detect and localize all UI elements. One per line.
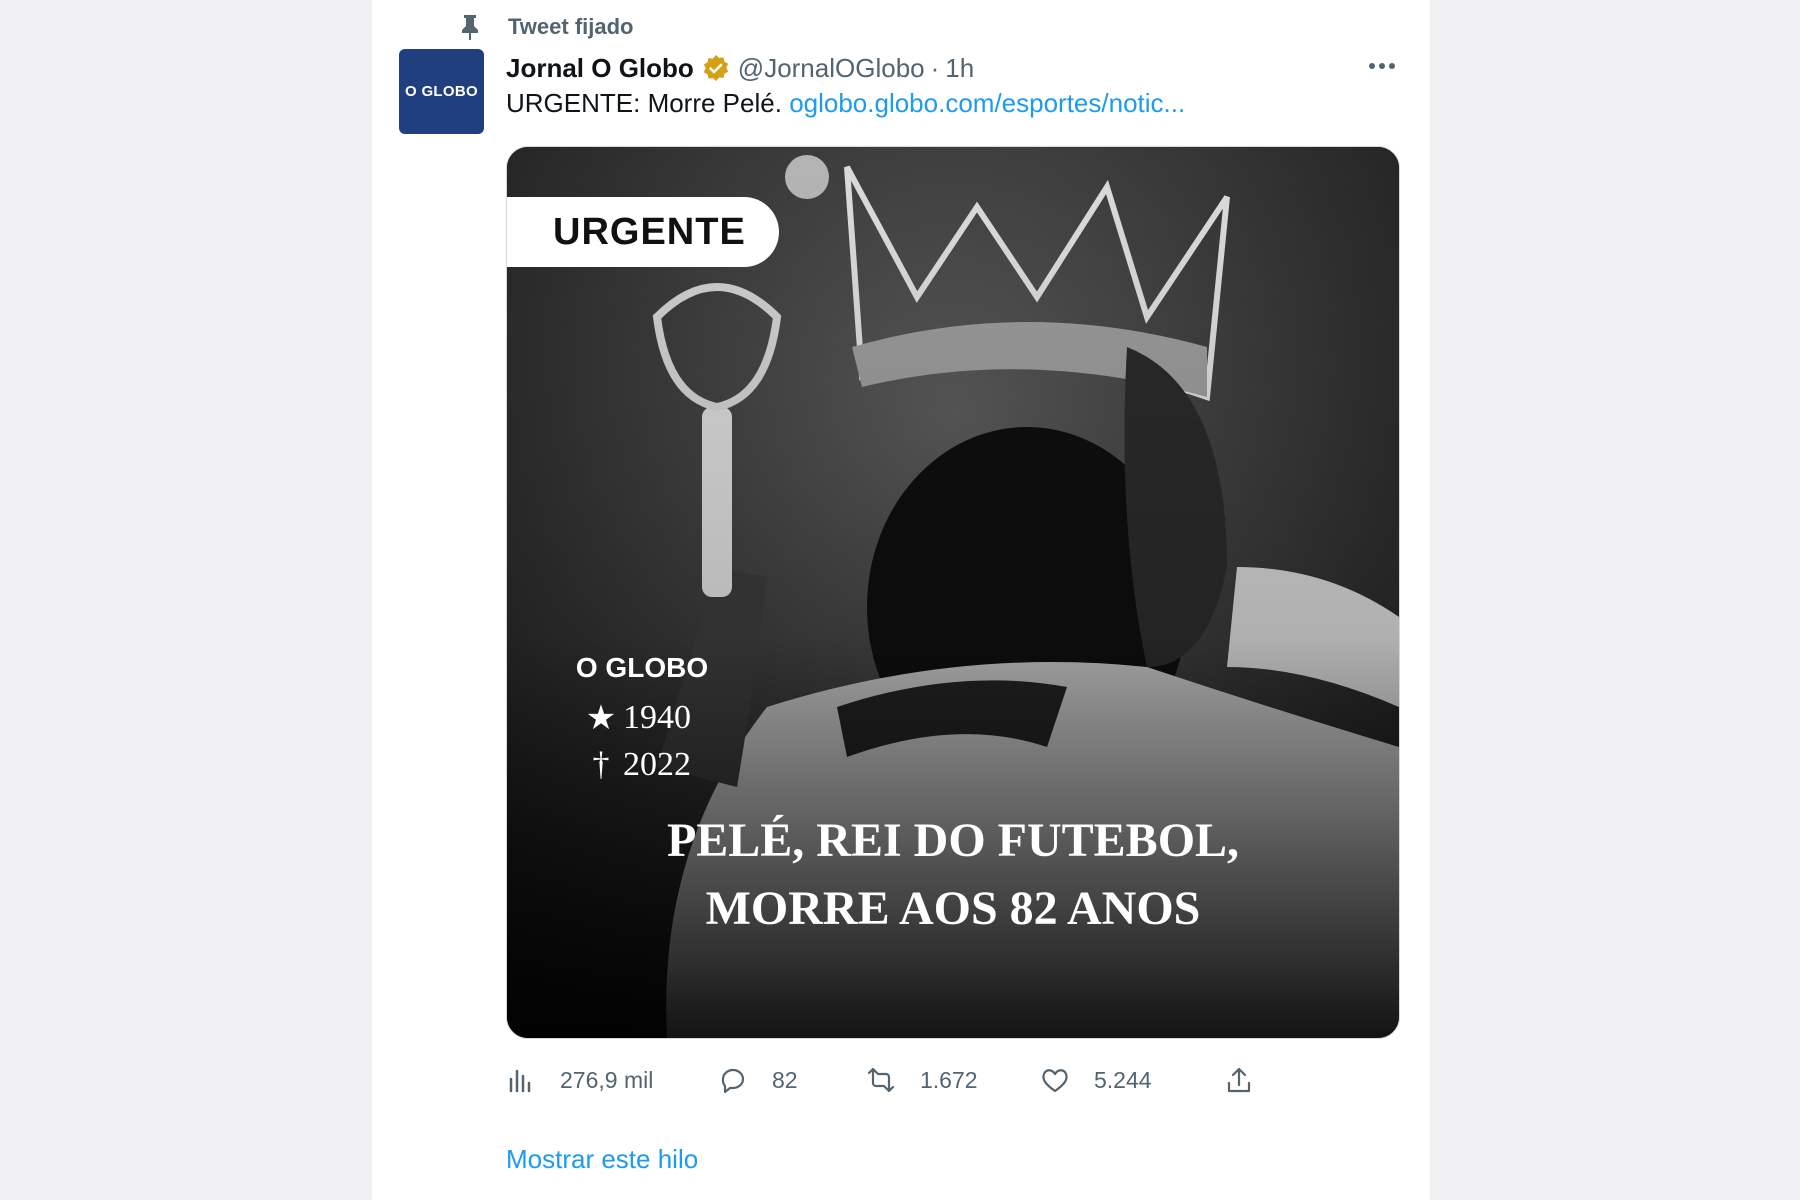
author-name[interactable]: Jornal O Globo — [506, 53, 694, 84]
headline-line-1: PELÉ, REI DO FUTEBOL, — [666, 814, 1240, 867]
tweet-body: URGENTE: Morre Pelé. — [506, 88, 782, 118]
birth-year: ★ 1940 — [583, 698, 691, 738]
tweet-header: Jornal O Globo @JornalOGlobo · 1h — [506, 50, 974, 86]
show-thread-link[interactable]: Mostrar este hilo — [506, 1144, 698, 1175]
like-button[interactable]: 5.244 — [1040, 1060, 1152, 1100]
tweet-link[interactable]: oglobo.globo.com/esportes/notic... — [789, 88, 1185, 118]
death-year-text: 2022 — [623, 746, 691, 783]
retweet-count: 1.672 — [920, 1066, 978, 1093]
avatar-text: O GLOBO — [405, 83, 478, 100]
analytics-icon — [509, 1069, 531, 1093]
pinned-text: Tweet fijado — [508, 14, 634, 39]
retweet-icon — [867, 1067, 895, 1093]
tweet-text: URGENTE: Morre Pelé. oglobo.globo.com/es… — [506, 88, 1185, 119]
urgent-badge: URGENTE — [507, 197, 779, 267]
urgent-badge-text: URGENTE — [553, 210, 746, 253]
views-count: 276,9 mil — [560, 1066, 654, 1093]
dot-icon — [1379, 63, 1385, 69]
reply-button[interactable]: 82 — [718, 1060, 798, 1100]
headline-line-2: MORRE AOS 82 ANOS — [705, 882, 1201, 935]
pinned-tweet-label: Tweet fijado — [458, 12, 634, 42]
tweet-actions: 276,9 mil 82 1.672 5.244 — [506, 1060, 1366, 1100]
header-separator: · — [930, 52, 940, 83]
views-button[interactable]: 276,9 mil — [506, 1060, 653, 1100]
reply-count: 82 — [772, 1066, 798, 1093]
tweet-time[interactable]: 1h — [945, 53, 974, 84]
star-icon: ★ — [585, 700, 617, 737]
cross-icon: † — [592, 746, 610, 783]
share-icon — [1227, 1067, 1251, 1093]
image-headline: PELÉ, REI DO FUTEBOL, MORRE AOS 82 ANOS — [507, 807, 1399, 943]
dot-icon — [1389, 63, 1395, 69]
like-count: 5.244 — [1094, 1066, 1152, 1093]
brand-logo-text: O GLOBO — [575, 652, 709, 683]
share-button[interactable] — [1224, 1060, 1278, 1100]
birth-year-text: 1940 — [623, 699, 691, 736]
avatar[interactable]: O GLOBO — [399, 49, 484, 134]
retweet-button[interactable]: 1.672 — [866, 1060, 978, 1100]
more-options-button[interactable] — [1364, 54, 1400, 78]
pin-icon — [462, 15, 478, 40]
dot-icon — [1369, 63, 1375, 69]
reply-icon — [721, 1068, 745, 1094]
author-handle[interactable]: @JornalOGlobo — [738, 53, 925, 84]
verified-badge-icon — [703, 55, 728, 81]
heart-icon — [1042, 1069, 1068, 1093]
tweet-media-image[interactable]: URGENTE O GLOBO ★ 1940 † 2022 PELÉ, REI … — [506, 146, 1400, 1039]
death-year: † 2022 — [583, 746, 692, 784]
